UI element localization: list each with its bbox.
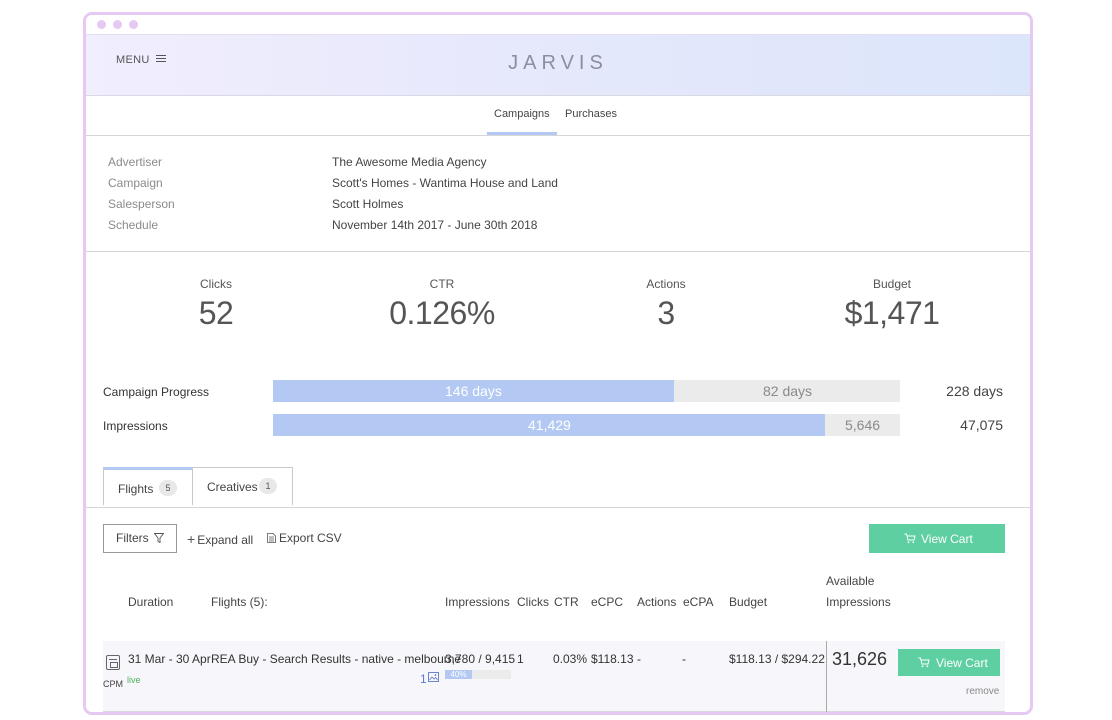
campaign-progress-bar: 146 days 82 days bbox=[273, 380, 900, 402]
view-cart-label: View Cart bbox=[921, 532, 973, 546]
row-ecpc: $118.13 bbox=[591, 652, 634, 666]
col-ecpa[interactable]: eCPA bbox=[683, 595, 713, 609]
calendar-icon bbox=[106, 655, 120, 670]
stat-clicks: Clicks 52 bbox=[136, 277, 296, 332]
stat-value: 3 bbox=[657, 295, 675, 331]
campaign-days-done: 146 days bbox=[445, 383, 502, 399]
impressions-fill: 41,429 bbox=[273, 414, 825, 436]
table-row-divider bbox=[103, 711, 1005, 712]
export-csv-button[interactable]: Export CSV bbox=[267, 531, 342, 545]
col-duration[interactable]: Duration bbox=[128, 595, 173, 609]
window-dot-close[interactable] bbox=[97, 20, 106, 29]
window-dot-maximize[interactable] bbox=[129, 20, 138, 29]
expand-all-button[interactable]: + Expand all bbox=[187, 531, 253, 547]
filters-label: Filters bbox=[116, 531, 149, 545]
row-type: CPM bbox=[103, 679, 123, 689]
stat-label: Budget bbox=[872, 277, 912, 291]
stat-value: 0.126% bbox=[389, 295, 495, 331]
impressions-total: 47,075 bbox=[960, 417, 1003, 433]
cart-icon bbox=[918, 657, 930, 668]
stat-budget: Budget $1,471 bbox=[812, 277, 972, 332]
campaign-days-remaining: 82 days bbox=[763, 383, 813, 399]
view-cart-button[interactable]: View Cart bbox=[869, 524, 1005, 553]
info-label: Campaign bbox=[108, 176, 163, 190]
row-impressions-progress: 40% bbox=[445, 670, 511, 679]
col-available-line1: Available bbox=[826, 574, 875, 588]
info-label: Advertiser bbox=[108, 155, 163, 169]
stat-value: 52 bbox=[198, 295, 234, 331]
stat-ctr: CTR 0.126% bbox=[362, 277, 522, 332]
row-progress-fill: 40% bbox=[445, 670, 472, 679]
stat-label: Clicks bbox=[200, 277, 232, 291]
tab-label: Flights bbox=[118, 482, 154, 496]
tab-purchases[interactable]: Purchases bbox=[565, 108, 617, 120]
info-value: Scott's Homes - Wantima House and Land bbox=[332, 176, 558, 190]
tabs-baseline bbox=[86, 507, 1030, 508]
col-budget[interactable]: Budget bbox=[729, 595, 767, 609]
status-badge: live bbox=[127, 675, 141, 685]
available-divider bbox=[826, 641, 827, 712]
row-creatives-count[interactable]: 1 bbox=[420, 672, 427, 686]
brand-logo: JARVIS bbox=[508, 52, 608, 74]
campaign-days-total: 228 days bbox=[946, 383, 1003, 399]
row-duration: 31 Mar - 30 Apr bbox=[128, 652, 211, 666]
col-clicks[interactable]: Clicks bbox=[517, 595, 549, 609]
section-divider bbox=[86, 251, 1030, 252]
row-flight-name[interactable]: REA Buy - Search Results - native - melb… bbox=[211, 652, 461, 666]
campaign-progress-fill: 146 days bbox=[273, 380, 674, 402]
count-badge: 1 bbox=[259, 478, 277, 494]
col-actions[interactable]: Actions bbox=[637, 595, 676, 609]
row-ecpa: - bbox=[682, 652, 686, 666]
row-actions: - bbox=[637, 652, 641, 666]
col-available-line2[interactable]: Impressions bbox=[826, 595, 891, 609]
stat-actions: Actions 3 bbox=[586, 277, 746, 332]
tab-flights[interactable]: Flights 5 bbox=[103, 467, 193, 505]
cart-icon bbox=[904, 533, 916, 544]
info-value: The Awesome Media Agency bbox=[332, 155, 487, 169]
campaign-progress-label: Campaign Progress bbox=[103, 385, 210, 399]
col-ctr[interactable]: CTR bbox=[554, 595, 579, 609]
document-icon bbox=[267, 533, 276, 543]
info-value: November 14th 2017 - June 30th 2018 bbox=[332, 218, 538, 232]
image-icon[interactable] bbox=[428, 672, 439, 682]
impressions-remaining: 5,646 bbox=[845, 417, 881, 433]
impressions-label: Impressions bbox=[103, 419, 168, 433]
window-titlebar bbox=[86, 15, 1030, 34]
col-flights[interactable]: Flights (5): bbox=[211, 595, 268, 609]
tab-creatives[interactable]: Creatives 1 bbox=[192, 467, 293, 505]
stat-label: CTR bbox=[429, 277, 455, 291]
count-badge: 5 bbox=[159, 480, 177, 496]
active-tab-indicator bbox=[487, 132, 557, 135]
impressions-delivered: 41,429 bbox=[528, 417, 571, 433]
window-dot-minimize[interactable] bbox=[113, 20, 122, 29]
row-clicks: 1 bbox=[517, 652, 524, 666]
expand-all-label: Expand all bbox=[197, 533, 254, 547]
row-impressions: 3,780 / 9,415 bbox=[445, 652, 516, 666]
filter-icon bbox=[154, 533, 164, 543]
info-label: Salesperson bbox=[108, 197, 175, 211]
top-nav: Campaigns Purchases bbox=[86, 95, 1030, 136]
tab-campaigns[interactable]: Campaigns bbox=[494, 108, 550, 120]
remove-link[interactable]: remove bbox=[966, 686, 999, 697]
stat-label: Actions bbox=[646, 277, 686, 291]
export-csv-label: Export CSV bbox=[279, 531, 342, 545]
col-ecpc[interactable]: eCPC bbox=[591, 595, 623, 609]
info-label: Schedule bbox=[108, 218, 159, 232]
filters-button[interactable]: Filters bbox=[103, 524, 177, 553]
row-view-cart-button[interactable]: View Cart bbox=[898, 649, 1000, 676]
info-value: Scott Holmes bbox=[332, 197, 404, 211]
row-ctr: 0.03% bbox=[553, 652, 588, 666]
col-impressions[interactable]: Impressions bbox=[445, 595, 510, 609]
row-budget: $118.13 / $294.22 bbox=[729, 652, 825, 666]
impressions-bar: 41,429 5,646 bbox=[273, 414, 900, 436]
view-cart-label: View Cart bbox=[936, 656, 988, 670]
app-header: MENU JARVIS bbox=[86, 34, 1030, 96]
tab-label: Creatives bbox=[207, 480, 258, 494]
row-available-impressions: 31,626 bbox=[832, 649, 888, 669]
plus-icon: + bbox=[187, 531, 196, 547]
app-window: MENU JARVIS Campaigns Purchases Advertis… bbox=[83, 12, 1033, 715]
stat-value: $1,471 bbox=[844, 295, 940, 331]
